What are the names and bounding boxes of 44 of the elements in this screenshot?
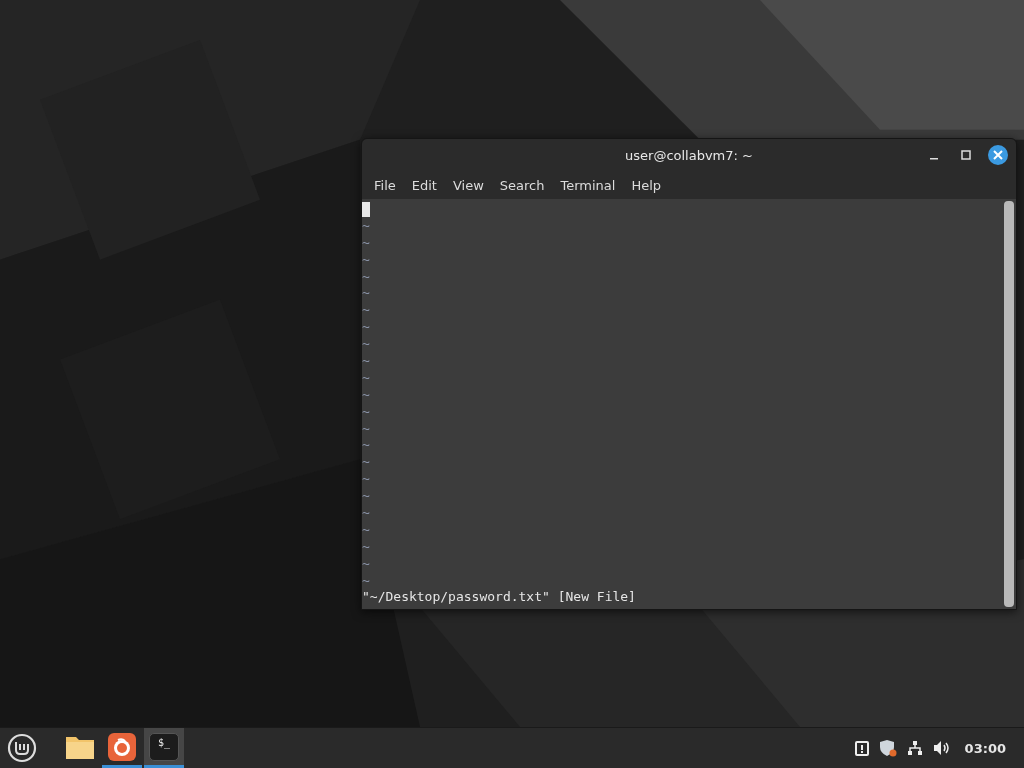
empty-line-marker: ~ (362, 302, 370, 320)
scrollbar-thumb[interactable] (1004, 201, 1014, 607)
status-message: "~/Desktop/password.txt" [New File] (362, 589, 636, 607)
empty-line-marker: ~ (362, 217, 370, 235)
menu-item[interactable]: File (366, 173, 404, 197)
taskbar-app-button[interactable]: $_ (144, 728, 184, 768)
empty-line-marker: ~ (362, 268, 370, 286)
close-button[interactable] (988, 145, 1008, 165)
empty-line-marker: ~ (362, 336, 370, 353)
empty-line-marker: ~ (362, 521, 370, 539)
empty-line-marker: ~ (362, 403, 370, 421)
empty-line-marker: ~ (362, 538, 370, 556)
empty-line-marker: ~ (362, 353, 370, 370)
flame-logo-icon (108, 732, 136, 761)
clock[interactable]: 03:00 (964, 740, 1006, 756)
empty-line-marker: ~ (362, 505, 370, 522)
menu-item[interactable]: Search (491, 173, 553, 197)
clipboard-alert-icon[interactable] (854, 740, 869, 756)
empty-line-marker: ~ (362, 471, 370, 489)
volume-icon[interactable] (932, 740, 951, 756)
empty-line-marker: ~ (362, 369, 370, 387)
empty-line-marker: ~ (362, 555, 370, 573)
menu-item[interactable]: Help (623, 173, 670, 197)
empty-line-marker: ~ (362, 572, 370, 590)
shield-icon[interactable] (878, 739, 897, 757)
network-icon[interactable] (906, 740, 923, 756)
menu-item[interactable]: Edit (403, 173, 445, 197)
empty-line-marker: ~ (362, 386, 370, 404)
menu-item[interactable]: Terminal (552, 173, 624, 197)
text-cursor (362, 202, 370, 217)
terminal-icon: $_ (149, 732, 179, 761)
window-title: user@collabvm7: ~ (625, 147, 753, 163)
maximize-icon (961, 150, 971, 160)
empty-line-marker: ~ (362, 488, 370, 506)
empty-line-marker: ~ (362, 251, 370, 269)
empty-line-marker: ~ (362, 234, 370, 252)
empty-line-marker: ~ (362, 437, 370, 455)
close-icon (993, 150, 1003, 160)
empty-line-marker: ~ (362, 319, 370, 337)
minimize-icon (930, 158, 938, 160)
empty-line-marker: ~ (362, 285, 370, 303)
empty-line-marker: ~ (362, 420, 370, 438)
menu-item[interactable]: View (444, 173, 492, 197)
empty-line-marker: ~ (362, 454, 370, 472)
